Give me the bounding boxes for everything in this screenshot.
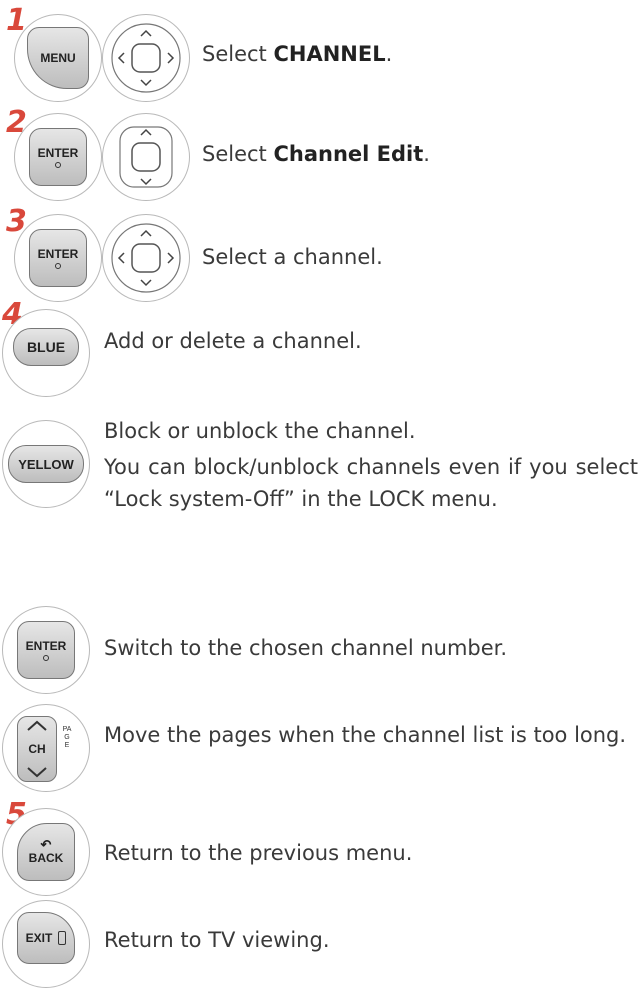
enter-dot-icon [55, 263, 61, 269]
menu-button-label: MENU [40, 51, 76, 65]
enter-button[interactable]: ENTER [17, 621, 75, 679]
directional-pad-icon[interactable] [110, 22, 182, 94]
ch-label: CH [28, 742, 46, 756]
enter-button[interactable]: ENTER [29, 128, 87, 186]
step-2-text: Select Channel Edit. [202, 142, 430, 166]
exit-door-icon [58, 931, 67, 945]
enter-dot-icon [43, 655, 49, 661]
step-3-text: Select a channel. [202, 245, 383, 269]
channel-page-button[interactable]: CH [17, 716, 57, 782]
up-down-pad-icon[interactable] [110, 121, 182, 193]
step-1-text: Select CHANNEL. [202, 42, 393, 66]
enter-button[interactable]: ENTER [29, 229, 87, 287]
yellow-line-1: Block or unblock the channel. [104, 419, 416, 443]
chevron-up-icon [27, 720, 47, 731]
channel-page-text: Move the pages when the channel list is … [104, 723, 627, 747]
enter-button-label: ENTER [25, 639, 67, 653]
step-5-text: Return to the previous menu. [104, 841, 413, 865]
back-arrow-icon: ↶ [40, 837, 52, 852]
enter-button-label: ENTER [37, 247, 79, 261]
enter-switch-text: Switch to the chosen channel number. [104, 636, 508, 660]
step-4-text: Add or delete a channel. [104, 329, 362, 353]
enter-dot-icon [55, 162, 61, 168]
chevron-down-icon [27, 767, 47, 778]
yellow-button[interactable]: YELLOW [8, 445, 84, 483]
yellow-note: You can block/unblock channels even if y… [104, 455, 638, 511]
exit-text: Return to TV viewing. [104, 928, 330, 952]
enter-button-label: ENTER [37, 146, 79, 160]
blue-button[interactable]: BLUE [13, 328, 79, 366]
back-button-label: BACK [28, 851, 64, 865]
back-button[interactable]: ↶ BACK [17, 823, 75, 881]
page-side-label: PAGE [62, 726, 72, 749]
directional-pad-icon[interactable] [110, 222, 182, 294]
exit-button-label: EXIT [25, 931, 53, 945]
